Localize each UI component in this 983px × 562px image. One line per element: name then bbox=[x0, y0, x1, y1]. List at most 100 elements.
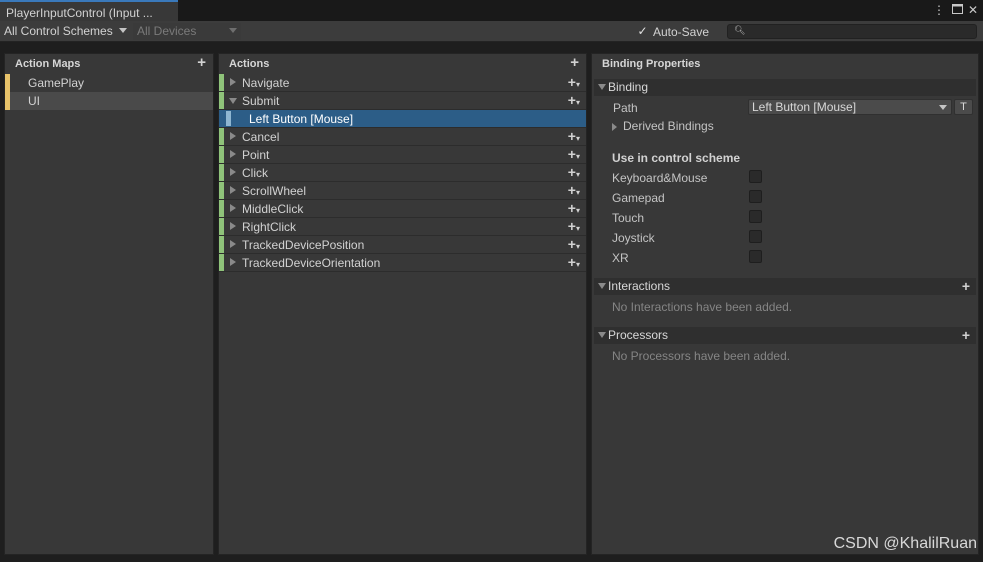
action-item[interactable]: TrackedDevicePosition +▾ bbox=[219, 236, 586, 254]
action-map-item[interactable]: UI bbox=[5, 92, 213, 110]
action-item[interactable]: MiddleClick +▾ bbox=[219, 200, 586, 218]
action-label: TrackedDeviceOrientation bbox=[242, 256, 381, 270]
add-binding-button[interactable]: +▾ bbox=[568, 92, 580, 111]
add-action-button[interactable]: + bbox=[570, 55, 579, 71]
add-action-map-button[interactable]: + bbox=[197, 55, 206, 71]
add-binding-button[interactable]: +▾ bbox=[568, 74, 580, 93]
action-label: Navigate bbox=[242, 76, 290, 90]
title-bar: PlayerInputControl (Input ... ⋮ ✕ bbox=[0, 0, 983, 21]
action-color-stripe bbox=[219, 236, 224, 253]
use-in-control-scheme-heading: Use in control scheme bbox=[612, 151, 741, 165]
expand-arrow-icon[interactable] bbox=[230, 204, 236, 212]
action-map-item[interactable]: GamePlay bbox=[5, 74, 213, 92]
map-color-stripe bbox=[5, 74, 10, 92]
search-icon: 🔍︎ bbox=[734, 25, 746, 35]
add-processor-button[interactable]: + bbox=[962, 327, 970, 343]
action-label: TrackedDevicePosition bbox=[242, 238, 365, 252]
expand-arrow-icon[interactable] bbox=[230, 168, 236, 176]
devices-dropdown[interactable]: All Devices bbox=[133, 23, 241, 40]
binding-section-label: Binding bbox=[608, 80, 649, 94]
action-label: RightClick bbox=[242, 220, 297, 234]
foldout-arrow-icon bbox=[598, 84, 606, 90]
action-map-label: UI bbox=[28, 94, 40, 108]
action-color-stripe bbox=[219, 146, 224, 163]
action-label: MiddleClick bbox=[242, 202, 304, 216]
toolbar: All Control Schemes All Devices ✓ Auto-S… bbox=[0, 21, 983, 42]
expand-arrow-icon[interactable] bbox=[230, 132, 236, 140]
binding-properties-panel: Binding Properties Binding Path Left But… bbox=[591, 53, 979, 555]
action-label: Click bbox=[242, 166, 268, 180]
autosave-label: Auto-Save bbox=[653, 25, 710, 39]
scheme-checkbox[interactable] bbox=[749, 170, 762, 183]
action-maps-title: Action Maps bbox=[15, 58, 81, 70]
binding-item-selected[interactable]: Left Button [Mouse] bbox=[219, 110, 586, 128]
action-maps-header: Action Maps + bbox=[5, 54, 213, 74]
action-maps-panel: Action Maps + GamePlay UI bbox=[4, 53, 214, 555]
close-icon[interactable]: ✕ bbox=[966, 3, 980, 17]
text-mode-button[interactable]: T bbox=[954, 99, 973, 115]
actions-panel: Actions + Navigate +▾ Submit +▾ Left But… bbox=[218, 53, 587, 555]
kebab-menu-icon[interactable]: ⋮ bbox=[932, 3, 946, 17]
action-label: ScrollWheel bbox=[242, 184, 307, 198]
actions-header: Actions + bbox=[219, 54, 586, 74]
action-item[interactable]: ScrollWheel +▾ bbox=[219, 182, 586, 200]
add-binding-button[interactable]: +▾ bbox=[568, 164, 580, 183]
interactions-empty-message: No Interactions have been added. bbox=[612, 300, 793, 314]
add-binding-button[interactable]: +▾ bbox=[568, 236, 580, 255]
processors-section-header[interactable]: Processors + bbox=[594, 327, 976, 344]
add-binding-button[interactable]: +▾ bbox=[568, 254, 580, 273]
scheme-label: Joystick bbox=[612, 231, 655, 245]
action-item[interactable]: Click +▾ bbox=[219, 164, 586, 182]
scheme-checkbox[interactable] bbox=[749, 250, 762, 263]
watermark: CSDN @KhalilRuan bbox=[833, 535, 977, 552]
expand-arrow-icon bbox=[612, 123, 617, 131]
expand-arrow-icon[interactable] bbox=[230, 150, 236, 158]
scheme-label: XR bbox=[612, 251, 629, 265]
add-binding-button[interactable]: +▾ bbox=[568, 218, 580, 237]
search-input[interactable]: 🔍︎ bbox=[727, 24, 977, 39]
expand-arrow-icon[interactable] bbox=[230, 258, 236, 266]
map-color-stripe bbox=[5, 92, 10, 110]
binding-properties-header: Binding Properties bbox=[592, 54, 978, 74]
actions-title: Actions bbox=[229, 58, 270, 70]
action-item[interactable]: RightClick +▾ bbox=[219, 218, 586, 236]
devices-label: All Devices bbox=[137, 24, 197, 38]
action-item[interactable]: Cancel +▾ bbox=[219, 128, 586, 146]
scheme-label: Gamepad bbox=[612, 191, 665, 205]
binding-section-header[interactable]: Binding bbox=[594, 79, 976, 96]
processors-section-label: Processors bbox=[608, 328, 669, 342]
control-schemes-dropdown[interactable]: All Control Schemes bbox=[0, 23, 131, 40]
window-tab[interactable]: PlayerInputControl (Input ... bbox=[0, 0, 178, 21]
action-color-stripe bbox=[219, 182, 224, 199]
scheme-label: Touch bbox=[612, 211, 645, 225]
foldout-arrow-icon bbox=[598, 283, 606, 289]
add-binding-button[interactable]: +▾ bbox=[568, 128, 580, 147]
action-item[interactable]: Submit +▾ bbox=[219, 92, 586, 110]
expand-arrow-icon[interactable] bbox=[230, 78, 236, 86]
action-label: Cancel bbox=[242, 130, 280, 144]
chevron-down-icon bbox=[229, 28, 237, 33]
action-color-stripe bbox=[219, 128, 224, 145]
expand-arrow-icon[interactable] bbox=[230, 186, 236, 194]
action-item[interactable]: Point +▾ bbox=[219, 146, 586, 164]
action-item[interactable]: TrackedDeviceOrientation +▾ bbox=[219, 254, 586, 272]
add-interaction-button[interactable]: + bbox=[962, 278, 970, 294]
add-binding-button[interactable]: +▾ bbox=[568, 182, 580, 201]
derived-bindings-foldout[interactable]: Derived Bindings bbox=[612, 119, 714, 133]
autosave-checkbox[interactable]: ✓ bbox=[636, 25, 649, 38]
scheme-checkbox[interactable] bbox=[749, 210, 762, 223]
collapse-arrow-icon[interactable] bbox=[229, 98, 237, 104]
path-dropdown[interactable]: Left Button [Mouse] bbox=[748, 99, 952, 115]
add-binding-button[interactable]: +▾ bbox=[568, 146, 580, 165]
expand-arrow-icon[interactable] bbox=[230, 222, 236, 230]
maximize-icon[interactable] bbox=[950, 3, 964, 17]
binding-properties-title: Binding Properties bbox=[602, 58, 701, 70]
interactions-section-label: Interactions bbox=[608, 279, 671, 293]
scheme-checkbox[interactable] bbox=[749, 190, 762, 203]
expand-arrow-icon[interactable] bbox=[230, 240, 236, 248]
derived-bindings-label: Derived Bindings bbox=[623, 119, 714, 133]
interactions-section-header[interactable]: Interactions + bbox=[594, 278, 976, 295]
scheme-checkbox[interactable] bbox=[749, 230, 762, 243]
add-binding-button[interactable]: +▾ bbox=[568, 200, 580, 219]
action-item[interactable]: Navigate +▾ bbox=[219, 74, 586, 92]
